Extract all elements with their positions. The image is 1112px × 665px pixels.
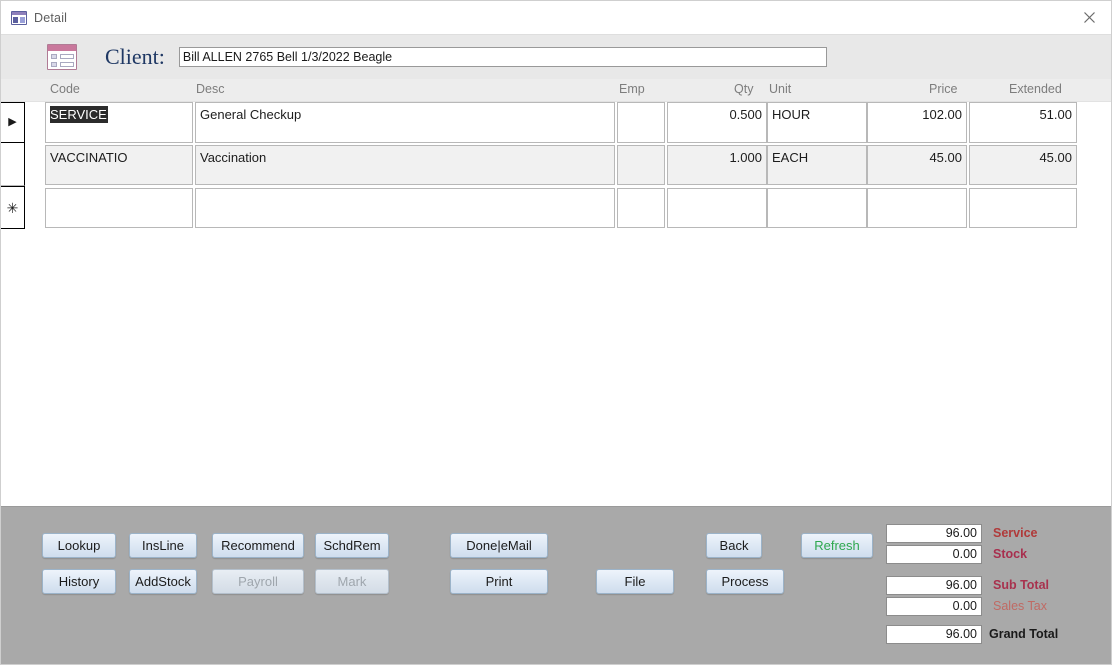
column-header-code: Code <box>50 82 80 96</box>
cell-desc[interactable] <box>195 188 615 228</box>
column-header-emp: Emp <box>619 82 645 96</box>
record-selector-row-2[interactable] <box>1 143 25 186</box>
cell-qty[interactable] <box>667 188 767 228</box>
file-button[interactable]: File <box>596 569 674 594</box>
cell-price[interactable]: 102.00 <box>867 102 967 143</box>
column-header-qty: Qty <box>734 82 754 96</box>
grandtotal-label: Grand Total <box>989 627 1059 641</box>
cell-unit[interactable] <box>767 188 867 228</box>
cell-unit[interactable]: HOUR <box>767 102 867 143</box>
cell-code[interactable] <box>45 188 193 228</box>
cell-desc[interactable]: Vaccination <box>195 145 615 185</box>
subtotal-label: Sub Total <box>993 578 1050 592</box>
cell-code-text: SERVICE <box>50 106 108 123</box>
done-email-button[interactable]: Done|eMail <box>450 533 548 558</box>
client-header-band: Client: <box>1 35 1111 79</box>
recommend-button[interactable]: Recommend <box>212 533 304 558</box>
column-header-extended: Extended <box>1009 82 1062 96</box>
cell-extended[interactable]: 51.00 <box>969 102 1077 143</box>
window-title: Detail <box>34 10 68 25</box>
cell-qty[interactable]: 1.000 <box>667 145 767 185</box>
close-button[interactable] <box>1067 1 1111 34</box>
print-button[interactable]: Print <box>450 569 548 594</box>
detail-grid: ▶ ✳ SERVICE General Checkup 0.500 HOUR 1… <box>1 101 1111 506</box>
column-header-desc: Desc <box>196 82 225 96</box>
cell-price[interactable] <box>867 188 967 228</box>
detail-window: Detail Client: Code Desc Emp Qty Unit Pr… <box>0 0 1112 665</box>
new-record-asterisk-icon: ✳ <box>6 199 19 216</box>
cell-emp[interactable] <box>617 188 665 228</box>
cell-unit[interactable]: EACH <box>767 145 867 185</box>
client-input[interactable] <box>178 47 827 67</box>
history-button[interactable]: History <box>42 569 116 594</box>
subtotal-field[interactable]: 96.00 <box>886 576 982 595</box>
column-header-unit: Unit <box>769 82 792 96</box>
record-selector-current[interactable]: ▶ <box>1 102 25 143</box>
form-icon-row-1 <box>51 54 74 59</box>
grid-column-headers: Code Desc Emp Qty Unit Price Extended <box>1 79 1111 101</box>
record-selector-new-row[interactable]: ✳ <box>1 186 25 229</box>
service-total-label: Service <box>993 526 1038 540</box>
cell-extended[interactable] <box>969 188 1077 228</box>
stock-total-label: Stock <box>993 547 1028 561</box>
stock-total-field[interactable]: 0.00 <box>886 545 982 564</box>
lookup-button[interactable]: Lookup <box>42 533 116 558</box>
payroll-button: Payroll <box>212 569 304 594</box>
client-label: Client: <box>105 44 165 69</box>
cell-desc[interactable]: General Checkup <box>195 102 615 143</box>
salestax-field[interactable]: 0.00 <box>886 597 982 616</box>
refresh-button[interactable]: Refresh <box>801 533 873 558</box>
grandtotal-field[interactable]: 96.00 <box>886 625 982 644</box>
schdrem-button[interactable]: SchdRem <box>315 533 389 558</box>
insline-button[interactable]: InsLine <box>129 533 197 558</box>
cell-code[interactable]: SERVICE <box>45 102 193 143</box>
cell-emp[interactable] <box>617 102 665 143</box>
back-button[interactable]: Back <box>706 533 762 558</box>
cell-extended[interactable]: 45.00 <box>969 145 1077 185</box>
form-icon-header <box>48 45 76 51</box>
mark-button: Mark <box>315 569 389 594</box>
process-button[interactable]: Process <box>706 569 784 594</box>
window-titlebar: Detail <box>1 1 1111 35</box>
cell-qty[interactable]: 0.500 <box>667 102 767 143</box>
close-icon <box>1083 12 1095 23</box>
record-selector-rail: ▶ ✳ <box>1 102 25 229</box>
form-icon-row-2 <box>51 62 74 67</box>
current-record-arrow-icon: ▶ <box>8 116 17 128</box>
form-table-icon <box>47 44 77 70</box>
cell-code[interactable]: VACCINATIO <box>45 145 193 185</box>
salestax-label: Sales Tax <box>993 599 1047 613</box>
action-panel: Lookup InsLine Recommend SchdRem Done|eM… <box>1 506 1111 664</box>
cell-price[interactable]: 45.00 <box>867 145 967 185</box>
service-total-field[interactable]: 96.00 <box>886 524 982 543</box>
column-header-price: Price <box>929 82 958 96</box>
addstock-button[interactable]: AddStock <box>129 569 197 594</box>
form-table-icon <box>11 10 27 25</box>
cell-emp[interactable] <box>617 145 665 185</box>
